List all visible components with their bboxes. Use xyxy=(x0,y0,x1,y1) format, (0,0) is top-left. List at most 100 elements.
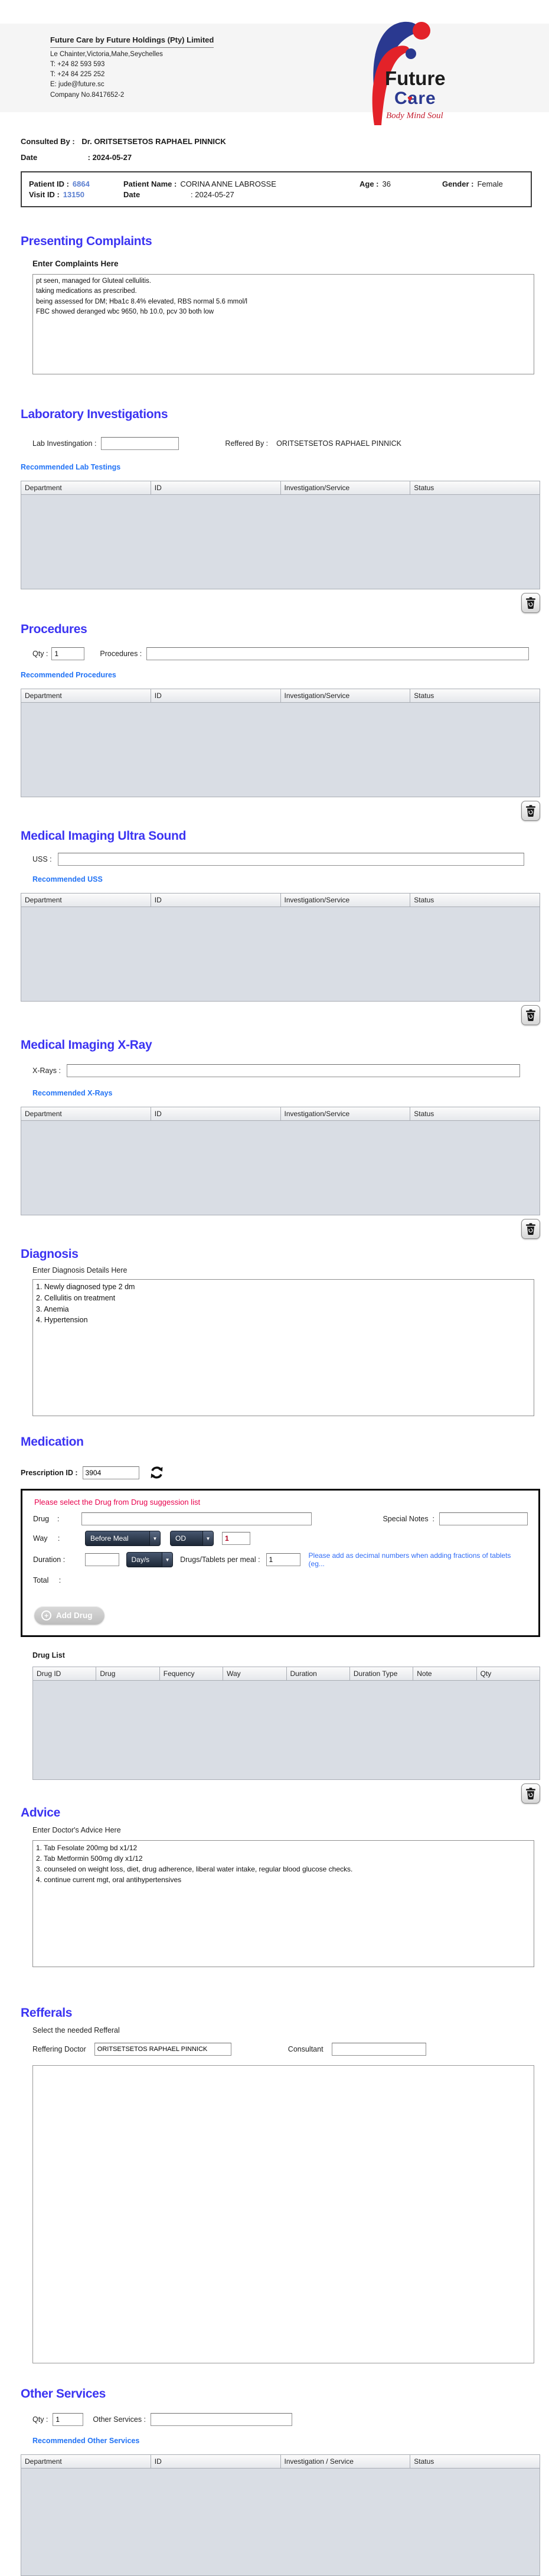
other-col-id: ID xyxy=(151,2454,280,2469)
xray-input[interactable] xyxy=(67,1064,520,1077)
logo-red-dot xyxy=(413,22,430,40)
logo-blue-dot xyxy=(406,48,416,59)
visit-date-label: Date xyxy=(123,190,187,199)
drug-suggestion-warning: Please select the Drug from Drug suggess… xyxy=(34,1498,528,1507)
referral-inputs-row: Reffering Doctor Consultant xyxy=(32,2043,549,2056)
meal-time-dropdown[interactable]: Before Meal ▼ xyxy=(85,1531,161,1546)
recommended-other-services-link[interactable]: Recommended Other Services xyxy=(32,2437,139,2445)
consultant-input[interactable] xyxy=(332,2043,426,2056)
recommended-xrays-link[interactable]: Recommended X-Rays xyxy=(32,1089,112,1097)
trash-icon xyxy=(525,1009,536,1022)
referral-list-box[interactable] xyxy=(32,2065,534,2363)
referrals-sublabel: Select the needed Refferal xyxy=(32,2026,549,2034)
total-label: Total : xyxy=(33,1576,85,1584)
trash-icon xyxy=(525,597,536,609)
trash-icon xyxy=(525,805,536,817)
patient-id-value: 6864 xyxy=(73,180,90,188)
procedures-col-investigation: Investigation/Service xyxy=(280,689,410,703)
duration-type-value: Day/s xyxy=(127,1556,162,1564)
consulting-doctor: Dr. ORITSETSETOS RAPHAEL PINNICK xyxy=(81,137,226,146)
lab-table-body[interactable] xyxy=(21,495,540,589)
procedures-input-row: Qty : Procedures : xyxy=(32,647,549,660)
xray-label: X-Rays : xyxy=(32,1067,61,1075)
procedures-delete-button[interactable] xyxy=(521,801,540,821)
per-meal-input[interactable] xyxy=(266,1553,300,1566)
prescription-id-row: Prescription ID : xyxy=(21,1465,549,1481)
recommended-lab-testings-link[interactable]: Recommended Lab Testings xyxy=(21,463,120,471)
prescription-id-label: Prescription ID : xyxy=(21,1469,78,1477)
procedures-qty-input[interactable] xyxy=(51,647,84,660)
future-care-logo: Future Care ♥ Body Mind Soul xyxy=(352,13,476,134)
add-drug-label: Add Drug xyxy=(56,1611,93,1620)
drug-col-id: Drug ID xyxy=(32,1667,96,1681)
duration-input[interactable] xyxy=(85,1553,119,1566)
lab-delete-button[interactable] xyxy=(521,593,540,613)
procedures-input[interactable] xyxy=(146,647,529,660)
referring-doctor-input[interactable] xyxy=(94,2043,231,2056)
drug-col-duration: Duration xyxy=(286,1667,349,1681)
logo-heart-icon: ♥ xyxy=(407,94,413,104)
recommended-uss-link[interactable]: Recommended USS xyxy=(32,875,103,883)
complaints-sublabel: Enter Complaints Here xyxy=(32,259,549,268)
special-notes-input[interactable] xyxy=(439,1512,528,1525)
way-row: Way : Before Meal ▼ OD ▼ xyxy=(33,1531,528,1546)
company-email: E: jude@future.sc xyxy=(50,80,214,90)
drug-col-frequency: Fequency xyxy=(159,1667,223,1681)
xray-table-body[interactable] xyxy=(21,1121,540,1215)
drug-col-qty: Qty xyxy=(476,1667,540,1681)
uss-input[interactable] xyxy=(58,853,524,866)
per-meal-label: Drugs/Tablets per meal : xyxy=(180,1556,260,1564)
trash-icon xyxy=(525,1788,536,1800)
referring-doctor-label: Reffering Doctor xyxy=(32,2045,86,2053)
uss-input-row: USS : xyxy=(32,853,549,866)
add-drug-button[interactable]: + Add Drug xyxy=(34,1606,104,1625)
drug-input[interactable] xyxy=(81,1512,312,1525)
report-date-row: Date : 2024-05-27 xyxy=(21,153,549,162)
clinic-header: Future Care by Future Holdings (Pty) Lim… xyxy=(0,24,549,112)
other-services-input[interactable] xyxy=(151,2413,292,2426)
visit-id-value: 13150 xyxy=(63,190,84,199)
drug-list-body[interactable] xyxy=(32,1681,540,1780)
patient-row-1: Patient ID :6864 Patient Name :CORINA AN… xyxy=(29,180,524,188)
report-date: : 2024-05-27 xyxy=(88,153,132,162)
advice-textarea[interactable]: 1. Tab Fesolate 200mg bd x1/12 2. Tab Me… xyxy=(32,1840,534,1967)
other-services-input-row: Qty : Other Services : xyxy=(32,2413,549,2426)
section-heading-procedures: Procedures xyxy=(21,622,549,637)
consultant-label: Consultant xyxy=(288,2045,323,2053)
consulted-by-row: Consulted By : Dr. ORITSETSETOS RAPHAEL … xyxy=(21,137,549,146)
xray-col-id: ID xyxy=(151,1107,280,1121)
way-qty-input[interactable] xyxy=(222,1532,250,1545)
chevron-down-icon: ▼ xyxy=(162,1553,172,1567)
complaints-textarea[interactable]: pt seen, managed for Gluteal cellulitis.… xyxy=(32,274,534,374)
drug-list-delete-button[interactable] xyxy=(521,1783,540,1804)
lab-investigation-input[interactable] xyxy=(101,437,179,450)
procedures-col-status: Status xyxy=(410,689,540,703)
special-notes-label: Special Notes : xyxy=(383,1515,434,1523)
consulted-by-label: Consulted By : xyxy=(21,137,75,146)
prescription-id-input[interactable] xyxy=(83,1466,139,1479)
xray-delete-button[interactable] xyxy=(521,1219,540,1239)
other-qty-input[interactable] xyxy=(53,2413,83,2426)
logo-word-care: Care xyxy=(394,89,436,108)
procedures-table-body[interactable] xyxy=(21,703,540,797)
refresh-icon xyxy=(149,1465,165,1481)
duration-type-dropdown[interactable]: Day/s ▼ xyxy=(126,1552,174,1567)
lab-col-id: ID xyxy=(151,481,280,495)
diagnosis-sublabel: Enter Diagnosis Details Here xyxy=(32,1266,549,1274)
plus-icon: + xyxy=(41,1610,51,1620)
logo-graphic: Future Care ♥ Body Mind Soul xyxy=(352,13,476,134)
other-services-table-body[interactable] xyxy=(21,2469,540,2576)
section-heading-referrals: Refferals xyxy=(21,2006,549,2020)
other-services-label: Other Services : xyxy=(93,2415,146,2424)
gender-value: Female xyxy=(477,180,502,188)
procedures-qty-label: Qty : xyxy=(32,650,48,658)
frequency-dropdown[interactable]: OD ▼ xyxy=(170,1531,214,1546)
uss-delete-button[interactable] xyxy=(521,1005,540,1025)
company-number: Company No.8417652-2 xyxy=(50,90,214,100)
diagnosis-textarea[interactable]: 1. Newly diagnosed type 2 dm 2. Cellulit… xyxy=(32,1279,534,1416)
section-heading-advice: Advice xyxy=(21,1806,549,1820)
recommended-procedures-link[interactable]: Recommended Procedures xyxy=(21,671,116,679)
refresh-prescription-button[interactable] xyxy=(149,1465,165,1481)
uss-table-body[interactable] xyxy=(21,907,540,1002)
company-phone-1: T: +24 82 593 593 xyxy=(50,60,214,70)
